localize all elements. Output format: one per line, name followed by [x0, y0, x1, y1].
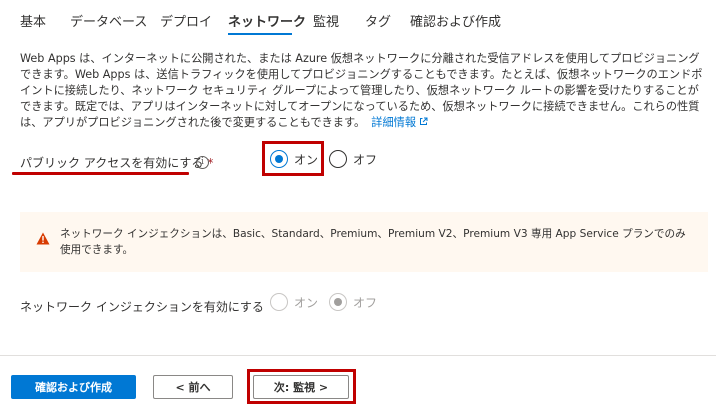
learn-more-link[interactable]: 詳細情報 — [371, 116, 428, 129]
external-link-icon — [419, 115, 428, 125]
warning-icon — [36, 230, 50, 245]
network-injection-label: ネットワーク インジェクションを有効にする — [20, 300, 264, 314]
radio-label-off: オフ — [353, 152, 378, 167]
radio-unchecked-indicator — [329, 150, 347, 168]
radio-label-on: オン — [294, 152, 319, 167]
networking-description: Web Apps は、インターネットに公開された、または Azure 仮想ネット… — [20, 51, 708, 131]
previous-button[interactable]: < 前へ — [153, 375, 233, 399]
footer-divider — [0, 355, 716, 356]
radio-checked-indicator — [270, 150, 288, 168]
public-access-off-radio[interactable]: オフ — [329, 150, 377, 168]
warning-banner: ネットワーク インジェクションは、Basic、Standard、Premium、… — [20, 212, 708, 272]
tab-monitoring[interactable]: 監視 — [313, 11, 339, 30]
active-tab-indicator — [228, 33, 292, 35]
info-icon[interactable]: i — [196, 156, 209, 169]
network-injection-off-radio[interactable]: オフ — [329, 293, 377, 311]
review-create-button[interactable]: 確認および作成 — [11, 375, 136, 399]
next-button[interactable]: 次: 監視 > — [253, 375, 349, 399]
radio-checked-indicator — [329, 293, 347, 311]
highlight-underline — [12, 172, 189, 175]
learn-more-label: 詳細情報 — [371, 116, 417, 129]
radio-label-off: オフ — [353, 295, 378, 310]
tab-bar: 基本 データベース デプロイ ネットワーク 監視 タグ 確認および作成 — [0, 0, 716, 40]
tab-networking[interactable]: ネットワーク — [228, 11, 306, 30]
radio-unchecked-indicator — [270, 293, 288, 311]
warning-text: ネットワーク インジェクションは、Basic、Standard、Premium、… — [60, 228, 686, 256]
tab-deployment[interactable]: デプロイ — [160, 11, 212, 30]
public-access-label-text: パブリック アクセスを有効にする — [20, 156, 204, 170]
radio-label-on: オン — [294, 295, 319, 310]
tab-review-create[interactable]: 確認および作成 — [410, 11, 501, 30]
tab-database[interactable]: データベース — [70, 11, 147, 30]
tab-basics[interactable]: 基本 — [20, 11, 46, 30]
public-access-label: パブリック アクセスを有効にする * — [20, 154, 213, 171]
network-injection-on-radio[interactable]: オン — [270, 293, 318, 311]
public-access-on-radio[interactable]: オン — [270, 150, 318, 168]
tab-tags[interactable]: タグ — [365, 11, 391, 30]
description-text: Web Apps は、インターネットに公開された、または Azure 仮想ネット… — [20, 52, 703, 129]
